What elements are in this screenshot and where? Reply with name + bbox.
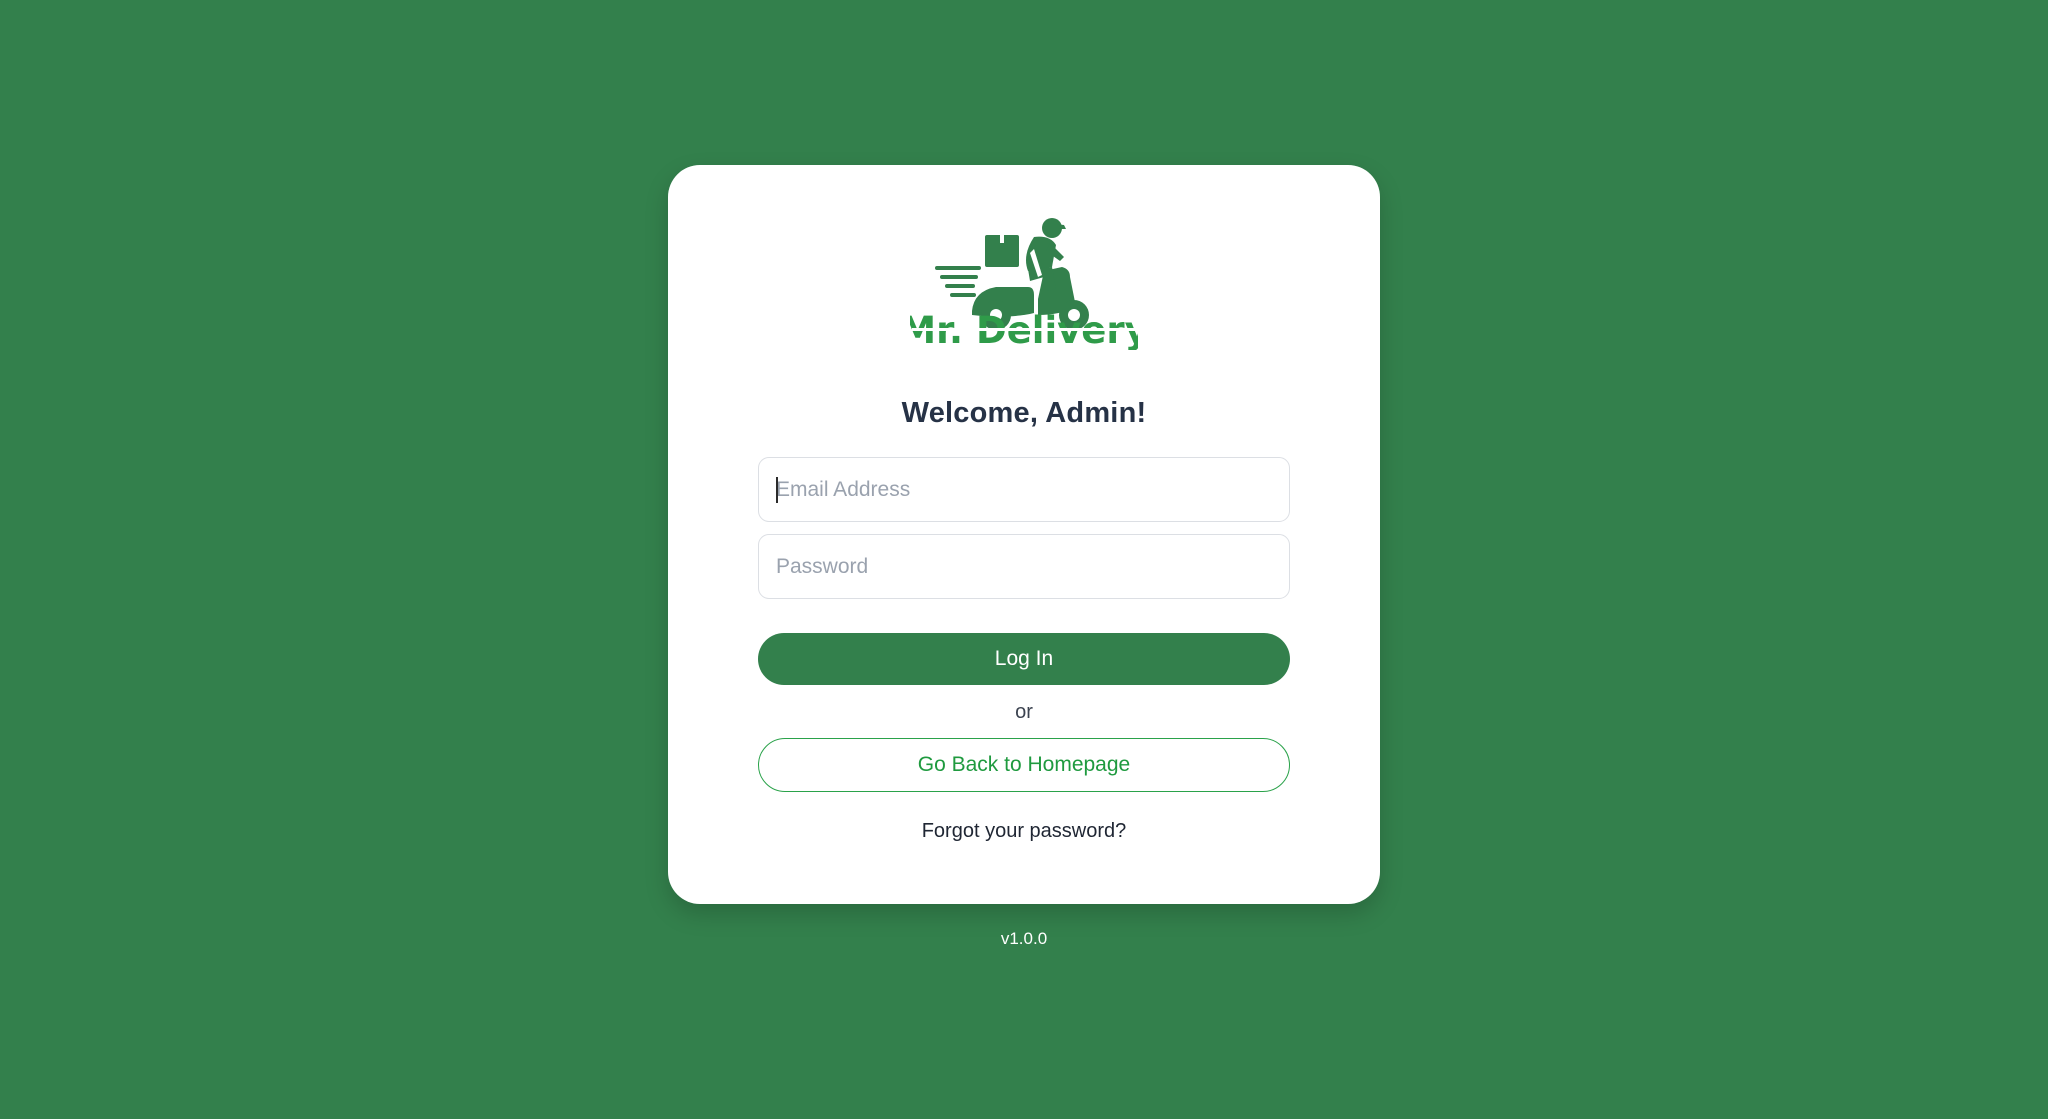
back-to-homepage-button[interactable]: Go Back to Homepage bbox=[758, 738, 1290, 792]
login-card: Mr. Delivery Welcome, Admin! Log In or G… bbox=[668, 165, 1380, 904]
brand-logo: Mr. Delivery bbox=[910, 215, 1138, 350]
or-divider: or bbox=[1015, 701, 1033, 723]
app-version: v1.0.0 bbox=[1000, 929, 1048, 948]
page-title: Welcome, Admin! bbox=[901, 397, 1147, 429]
text-caret bbox=[776, 477, 778, 503]
login-button[interactable]: Log In bbox=[758, 633, 1290, 685]
login-page: Mr. Delivery Welcome, Admin! Log In or G… bbox=[0, 0, 2048, 1119]
delivery-scooter-icon: Mr. Delivery bbox=[910, 218, 1138, 350]
email-input[interactable] bbox=[758, 457, 1290, 522]
password-input[interactable] bbox=[758, 534, 1290, 599]
forgot-password-link[interactable]: Forgot your password? bbox=[668, 820, 1380, 843]
